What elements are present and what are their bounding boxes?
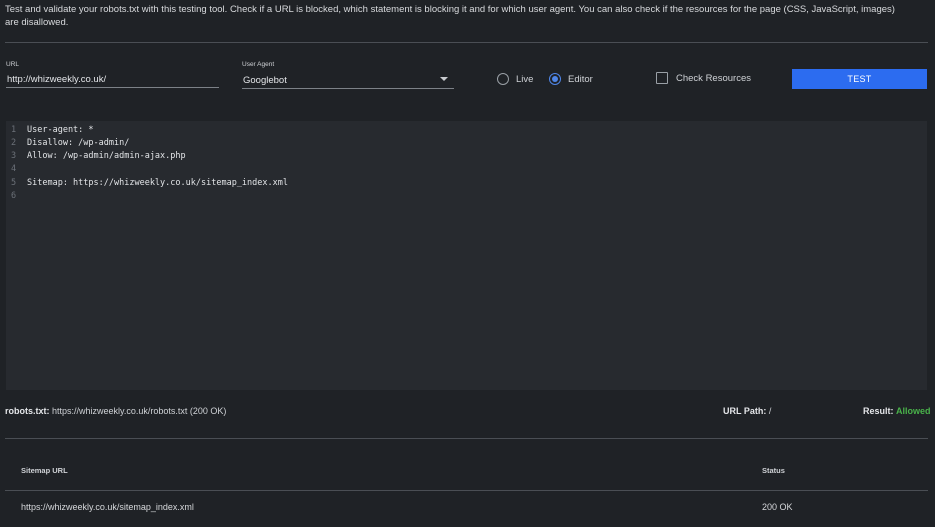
line-number: 4: [11, 164, 17, 174]
url-path-label: URL Path:: [723, 406, 767, 416]
radio-editor[interactable]: Editor: [549, 73, 593, 85]
editor-line: 2 Disallow: /wp-admin/: [6, 137, 927, 150]
url-path-status: URL Path: /: [723, 406, 771, 416]
line-code: Disallow: /wp-admin/: [27, 138, 130, 148]
robots-status-value: https://whizweekly.co.uk/robots.txt (200…: [52, 406, 227, 416]
radio-live-circle: [497, 73, 509, 85]
line-number: 6: [11, 191, 17, 201]
checkbox-box: [656, 72, 668, 84]
line-number: 5: [11, 178, 17, 188]
robots-editor[interactable]: 1 User-agent: * 2 Disallow: /wp-admin/ 3…: [6, 121, 927, 390]
top-divider: [5, 42, 928, 43]
line-number: 3: [11, 151, 17, 161]
sitemap-status-header: Status: [762, 466, 785, 475]
url-path-value: /: [768, 406, 772, 416]
sitemap-url-header: Sitemap URL: [21, 466, 68, 475]
line-code: User-agent: *: [27, 125, 94, 135]
result-label: Result:: [863, 406, 894, 416]
editor-line: 1 User-agent: *: [6, 124, 927, 137]
user-agent-value: Googlebot: [243, 75, 287, 86]
result-status: Result: Allowed: [863, 406, 931, 416]
url-label: URL: [6, 61, 20, 68]
sitemap-status-cell: 200 OK: [762, 502, 793, 512]
chevron-down-icon: [440, 77, 448, 81]
sitemap-url-cell[interactable]: https://whizweekly.co.uk/sitemap_index.x…: [21, 502, 194, 512]
robots-status-label: robots.txt:: [5, 406, 50, 416]
test-button[interactable]: TEST: [792, 69, 927, 89]
radio-editor-circle: [549, 73, 561, 85]
robots-status: robots.txt: https://whizweekly.co.uk/rob…: [5, 406, 226, 416]
editor-line: 3 Allow: /wp-admin/admin-ajax.php: [6, 150, 927, 163]
check-resources-label: Check Resources: [676, 72, 751, 84]
radio-editor-label: Editor: [568, 73, 593, 85]
line-code: Allow: /wp-admin/admin-ajax.php: [27, 151, 186, 161]
result-value: Allowed: [896, 406, 931, 416]
user-agent-select[interactable]: Googlebot: [242, 71, 454, 89]
status-divider: [5, 438, 928, 439]
check-resources-checkbox[interactable]: Check Resources: [656, 72, 751, 84]
line-code: Sitemap: https://whizweekly.co.uk/sitema…: [27, 178, 288, 188]
url-input[interactable]: [6, 72, 219, 88]
editor-line: 6: [6, 190, 927, 203]
editor-line: 4: [6, 163, 927, 176]
line-number: 2: [11, 138, 17, 148]
radio-live[interactable]: Live: [497, 73, 533, 85]
editor-line: 5 Sitemap: https://whizweekly.co.uk/site…: [6, 177, 927, 190]
intro-text: Test and validate your robots.txt with t…: [5, 4, 895, 28]
radio-live-label: Live: [516, 73, 534, 85]
user-agent-label: User Agent: [242, 61, 275, 68]
line-number: 1: [11, 125, 17, 135]
